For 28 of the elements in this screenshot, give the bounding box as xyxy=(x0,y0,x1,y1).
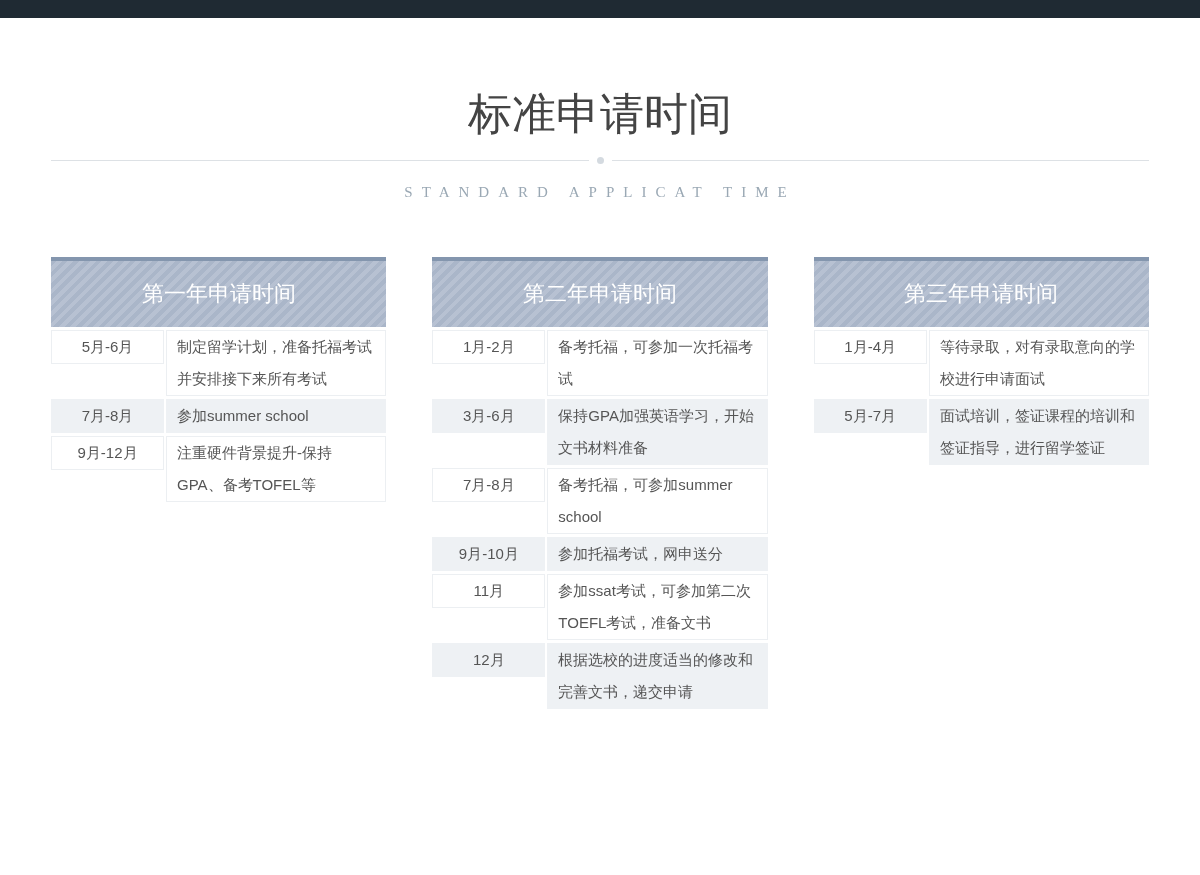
column-heading: 第二年申请时间 xyxy=(432,256,768,327)
period-cell: 7月-8月 xyxy=(51,398,164,433)
task-cell: 等待录取，对有录取意向的学校进行申请面试 xyxy=(928,329,1149,396)
period-cell: 1月-2月 xyxy=(432,329,546,364)
period-cell: 11月 xyxy=(432,573,546,608)
task-cell: 注重硬件背景提升-保持GPA、备考TOFEL等 xyxy=(166,435,387,502)
period-cell: 5月-6月 xyxy=(51,329,164,364)
column-heading: 第一年申请时间 xyxy=(51,256,387,327)
task-cell: 制定留学计划，准备托福考试并安排接下来所有考试 xyxy=(166,329,387,396)
task-cell: 参加ssat考试，可参加第二次TOEFL考试，准备文书 xyxy=(547,573,768,640)
period-cell: 12月 xyxy=(432,642,546,677)
task-cell: 参加summer school xyxy=(166,398,387,433)
column-heading: 第三年申请时间 xyxy=(813,256,1149,327)
period-cell: 9月-12月 xyxy=(51,435,164,470)
divider-dot-icon xyxy=(596,156,604,164)
period-cell: 1月-4月 xyxy=(813,329,927,364)
task-cell: 备考托福，可参加summer school xyxy=(547,467,768,534)
page-subtitle: STANDARD APPLICAT TIME xyxy=(403,183,797,201)
task-cell: 面试培训，签证课程的培训和签证指导，进行留学签证 xyxy=(928,398,1149,465)
task-cell: 根据选校的进度适当的修改和完善文书，递交申请 xyxy=(547,642,768,709)
period-cell: 7月-8月 xyxy=(432,467,546,502)
task-cell: 保持GPA加强英语学习，开始文书材料准备 xyxy=(547,398,768,465)
page-title: 标准申请时间 xyxy=(467,88,733,140)
period-cell: 5月-7月 xyxy=(813,398,927,433)
task-cell: 备考托福，可参加一次托福考试 xyxy=(547,329,768,396)
task-cell: 参加托福考试，网申送分 xyxy=(547,536,768,571)
period-cell: 9月-10月 xyxy=(432,536,546,571)
period-cell: 3月-6月 xyxy=(432,398,546,433)
